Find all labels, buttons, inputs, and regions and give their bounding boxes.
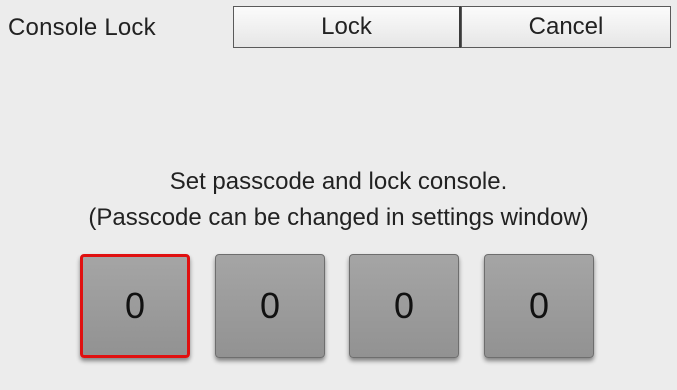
lock-button[interactable]: Lock	[233, 6, 461, 48]
instruction-subtext: (Passcode can be changed in settings win…	[88, 204, 589, 231]
window-title: Console Lock	[8, 14, 156, 41]
passcode-digits: 0 0 0 0	[0, 254, 677, 364]
dialog-body: Set passcode and lock console. (Passcode…	[0, 54, 677, 390]
instruction-text: Set passcode and lock console.	[169, 168, 508, 195]
passcode-digit-3[interactable]: 0	[349, 254, 459, 358]
passcode-digit-2[interactable]: 0	[215, 254, 325, 358]
title-bar: Console Lock Lock Cancel	[0, 0, 677, 54]
passcode-digit-4[interactable]: 0	[484, 254, 594, 358]
cancel-button[interactable]: Cancel	[461, 6, 671, 48]
passcode-digit-1[interactable]: 0	[80, 254, 190, 358]
console-lock-window: Console Lock Lock Cancel Set passcode an…	[0, 0, 677, 390]
